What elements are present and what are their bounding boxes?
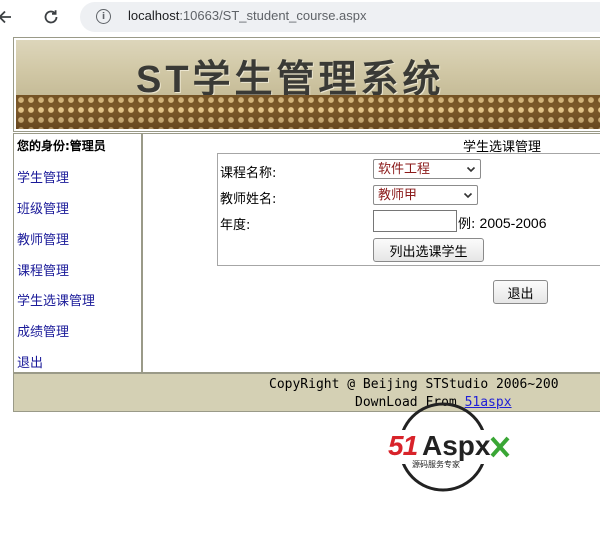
back-arrow-icon — [0, 10, 11, 24]
banner-title-strip: ST学生管理系统 — [16, 40, 600, 101]
sidebar-item-logout[interactable]: 退出 — [17, 352, 43, 371]
year-hint-prefix: 例: — [458, 217, 476, 232]
sidebar: 您的身份:管理员 学生管理 班级管理 教师管理 课程管理 学生选课管理 成绩管理… — [13, 133, 142, 373]
exit-button[interactable]: 退出 — [493, 280, 548, 304]
copyright-text: CopyRight @ Beijing STStudio 2006~200 — [269, 377, 559, 392]
reload-button[interactable] — [38, 4, 64, 30]
year-input[interactable] — [373, 210, 457, 232]
svg-text:Aspx: Aspx — [422, 430, 491, 461]
sidebar-item-grades[interactable]: 成绩管理 — [17, 321, 69, 340]
back-button[interactable] — [0, 4, 18, 30]
year-hint: 例: 2005-2006 — [458, 213, 546, 232]
header-banner: ST学生管理系统 — [13, 37, 600, 132]
chevron-down-icon — [463, 192, 473, 199]
teacher-name-select[interactable]: 教师甲 — [373, 185, 478, 205]
year-label: 年度: — [220, 218, 251, 233]
svg-text:源码服务专家: 源码服务专家 — [412, 459, 460, 469]
chevron-down-icon — [466, 166, 476, 173]
course-name-value: 软件工程 — [378, 162, 431, 177]
sidebar-item-course[interactable]: 课程管理 — [17, 260, 69, 279]
sidebar-item-student[interactable]: 学生管理 — [17, 167, 69, 186]
banner-dot-pattern — [16, 95, 600, 129]
course-selection-form: 课程名称: 软件工程 教师姓名: 教师甲 年度: 例: 2005-2006 列出… — [217, 153, 600, 266]
course-name-label: 课程名称: — [220, 166, 277, 181]
url-path: :10663/ST_student_course.aspx — [179, 8, 367, 23]
url-host: localhost — [128, 8, 180, 23]
year-hint-value: 2005-2006 — [479, 215, 547, 231]
watermark-logo: 51 Aspx 源码服务专家 — [388, 400, 516, 496]
svg-text:51: 51 — [388, 430, 418, 461]
site-info-icon[interactable]: i — [96, 9, 111, 24]
watermark-logo-graphic: 51 Aspx 源码服务专家 — [388, 402, 514, 492]
browser-toolbar: i localhost:10663/ST_student_course.aspx — [0, 0, 600, 34]
url-text[interactable]: localhost:10663/ST_student_course.aspx — [128, 8, 367, 23]
sidebar-item-class[interactable]: 班级管理 — [17, 198, 69, 217]
sidebar-item-teacher[interactable]: 教师管理 — [17, 229, 69, 248]
list-students-button[interactable]: 列出选课学生 — [373, 238, 484, 262]
main-panel: 学生选课管理 课程名称: 软件工程 教师姓名: 教师甲 年度: 例: 2005-… — [142, 133, 600, 373]
course-name-select[interactable]: 软件工程 — [373, 159, 481, 179]
reload-icon — [44, 10, 58, 24]
sidebar-item-course-selection[interactable]: 学生选课管理 — [17, 290, 95, 309]
user-identity: 您的身份:管理员 — [17, 139, 106, 153]
teacher-name-label: 教师姓名: — [220, 192, 277, 207]
teacher-name-value: 教师甲 — [378, 188, 418, 203]
